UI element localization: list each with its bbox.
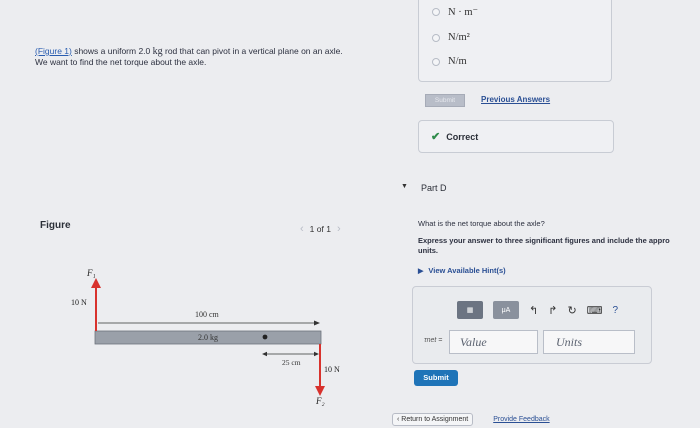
rod-figure: F₁ 10 N 100 cm 2.0 kg 25 cm 10 N F₂	[71, 268, 340, 406]
mass-label: 2.0 kg	[198, 333, 218, 342]
templates-icon[interactable]: ▦	[457, 301, 483, 319]
triangle-right-icon: ▶	[418, 267, 424, 275]
f1-arrow	[91, 278, 101, 288]
axle-dot	[262, 334, 268, 340]
triangle-down-icon[interactable]: ▼	[401, 183, 408, 190]
radio-button[interactable]	[432, 8, 440, 16]
provide-feedback-link[interactable]: Provide Feedback	[493, 416, 549, 423]
part-d-question: What is the net torque about the axle?	[418, 219, 545, 228]
reset-icon[interactable]: ↻	[567, 304, 576, 317]
keyboard-icon[interactable]: ⌨	[587, 304, 603, 317]
units-input[interactable]: Units	[543, 330, 635, 354]
figure-link[interactable]: (Figure 1)	[35, 46, 72, 56]
pager-text: 1 of 1	[309, 224, 331, 234]
option-n-m[interactable]: N · m⁻	[432, 6, 478, 18]
part-d-label[interactable]: Part D	[421, 183, 447, 193]
redo-icon[interactable]: ↱	[548, 304, 557, 317]
force-right-label: 10 N	[324, 365, 340, 374]
part-d-instruction: Express your answer to three significant…	[418, 236, 670, 255]
option-n-per-m[interactable]: N/m	[432, 56, 467, 67]
help-icon[interactable]: ?	[613, 305, 619, 316]
footer: ‹ Return to Assignment Provide Feedback	[392, 413, 550, 426]
units-button[interactable]: μA	[493, 301, 519, 319]
undo-icon[interactable]: ↰	[529, 304, 538, 317]
offset-label: 25 cm	[282, 358, 301, 367]
radio-button[interactable]	[432, 33, 440, 42]
tau-net-label: τnet =	[424, 337, 443, 344]
correct-feedback: ✔ Correct	[418, 120, 614, 153]
problem-intro: (Figure 1) shows a uniform 2.0 kg rod th…	[35, 46, 343, 67]
chevron-left-icon[interactable]: ‹	[300, 223, 304, 235]
length-label: 100 cm	[195, 310, 220, 319]
f1-label: F₁	[86, 268, 96, 278]
f2-arrow	[315, 386, 325, 396]
view-hints-link[interactable]: ▶ View Available Hint(s)	[418, 266, 506, 275]
value-input[interactable]: Value	[449, 330, 538, 354]
figure-title: Figure	[40, 220, 71, 231]
part-c-submit-button[interactable]: Submit	[425, 94, 465, 107]
math-toolbar: ▦ μA ↰ ↱ ↻ ⌨ ?	[457, 301, 618, 319]
f2-label: F₂	[315, 396, 325, 406]
force-left-label: 10 N	[71, 298, 87, 307]
figure-pager: ‹ 1 of 1 ›	[300, 223, 341, 235]
check-icon: ✔	[431, 131, 441, 143]
radio-button[interactable]	[432, 57, 440, 66]
intro-line2: We want to find the net torque about the…	[35, 57, 207, 67]
option-n-per-m2[interactable]: N/m²	[432, 32, 470, 43]
feedback-text: Correct	[446, 131, 479, 142]
return-to-assignment-button[interactable]: ‹ Return to Assignment	[392, 413, 474, 426]
part-d-submit-button[interactable]: Submit	[414, 370, 458, 386]
chevron-right-icon[interactable]: ›	[337, 223, 341, 235]
previous-answers-link[interactable]: Previous Answers	[481, 95, 550, 104]
